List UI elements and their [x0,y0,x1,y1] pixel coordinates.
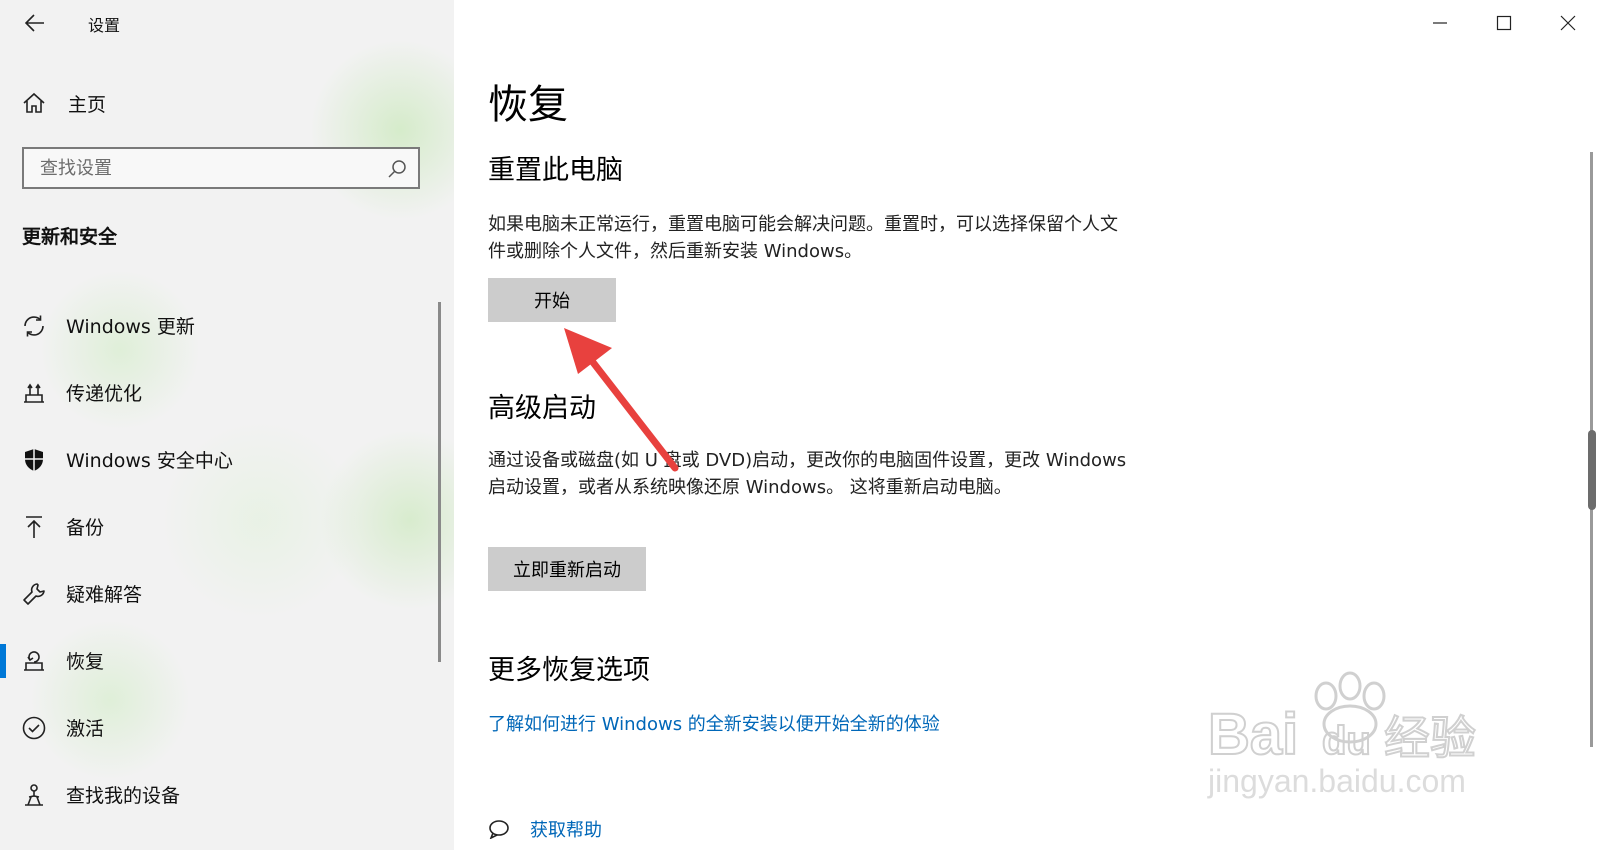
home-label: 主页 [68,93,107,116]
sidebar-item-find-my-device[interactable]: 查找我的设备 [0,761,444,828]
sidebar-item-label: 激活 [66,718,105,740]
sidebar-item-label: 查找我的设备 [66,785,181,807]
advanced-startup-heading: 高级启动 [488,393,596,424]
upload-arrow-icon [20,513,48,541]
maximize-button[interactable] [1472,0,1536,46]
search-icon[interactable] [386,158,408,184]
sidebar-item-label: Windows 更新 [66,316,195,338]
search-input[interactable] [38,156,372,180]
page-title: 恢复 [488,82,568,128]
maximize-icon [1496,15,1512,31]
recovery-icon [20,647,48,675]
sidebar-item-recovery[interactable]: 恢复 [0,627,444,694]
reset-start-button[interactable]: 开始 [488,278,616,322]
app-title: 设置 [88,16,121,35]
sidebar-item-activation[interactable]: 激活 [0,694,444,761]
reset-heading: 重置此电脑 [488,155,623,186]
more-recovery-heading: 更多恢复选项 [488,655,650,686]
svg-text:jingyan.baidu.com: jingyan.baidu.com [1207,763,1466,799]
main-content: 恢复 重置此电脑 如果电脑未正常运行，重置电脑可能会解决问题。重置时，可以选择保… [454,0,1600,850]
svg-text:经验: 经验 [1384,711,1476,765]
close-button[interactable] [1536,0,1600,46]
wrench-icon [20,580,48,608]
reset-description: 如果电脑未正常运行，重置电脑可能会解决问题。重置时，可以选择保留个人文件或删除个… [488,214,1118,262]
sidebar-item-label: 备份 [66,517,105,539]
sidebar-item-windows-update[interactable]: Windows 更新 [0,292,444,359]
window-controls [1408,0,1600,46]
minimize-icon [1433,22,1447,24]
get-help-link[interactable]: 获取帮助 [530,816,602,842]
sidebar-scrollbar[interactable] [438,302,441,662]
baidu-jingyan-watermark: Bai du 经验 jingyan.baidu.com [1207,671,1477,799]
advanced-startup-description: 通过设备或磁盘(如 U 盘或 DVD)启动，更改你的电脑固件设置，更改 Wind… [488,450,1127,498]
sidebar-item-windows-security[interactable]: Windows 安全中心 [0,426,444,493]
sidebar-item-home[interactable]: 主页 [0,86,440,120]
restart-now-button[interactable]: 立即重新启动 [488,547,646,591]
minimize-button[interactable] [1408,0,1472,46]
sidebar: 设置 主页 更新和安全 Windows 更新 传递优化 [0,0,454,850]
sidebar-item-label: Windows 安全中心 [66,450,233,472]
main-scrollbar-thumb[interactable] [1588,430,1596,510]
section-title: 更新和安全 [22,226,118,248]
sidebar-item-label: 恢复 [66,651,105,673]
close-icon [1560,15,1576,31]
help-chat-icon [489,820,509,839]
get-help-row[interactable]: 获取帮助 [488,816,602,842]
sidebar-item-delivery-optimization[interactable]: 传递优化 [0,359,444,426]
home-icon [22,90,48,116]
sync-icon [20,312,48,340]
svg-text:Bai: Bai [1208,702,1298,767]
shield-icon [20,446,48,474]
sidebar-item-label: 传递优化 [66,383,143,405]
svg-text:du: du [1322,719,1371,763]
sidebar-item-backup[interactable]: 备份 [0,493,444,560]
back-button[interactable] [20,10,50,36]
find-device-icon [20,781,48,809]
sidebar-item-troubleshoot[interactable]: 疑难解答 [0,560,444,627]
back-arrow-icon [25,14,44,32]
delivery-optimization-icon [20,379,48,407]
fresh-install-link[interactable]: 了解如何进行 Windows 的全新安装以便开始全新的体验 [488,710,940,736]
sidebar-item-label: 疑难解答 [66,584,143,606]
search-box[interactable] [22,147,420,189]
sidebar-nav: Windows 更新 传递优化 Windows 安全中心 备份 疑难解答 恢复 … [0,292,444,828]
check-circle-icon [20,714,48,742]
